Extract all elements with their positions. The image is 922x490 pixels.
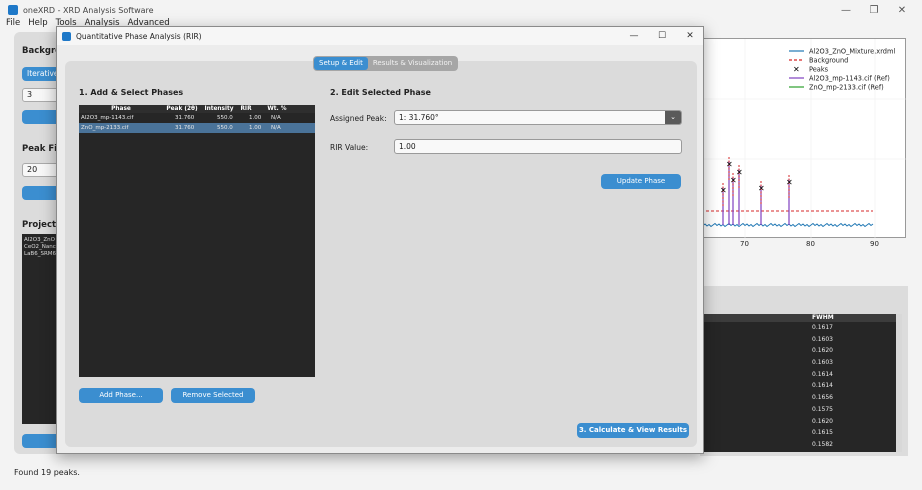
dialog-titlebar: Quantitative Phase Analysis (RIR) — [57, 27, 703, 45]
legend-entry: Al2O3_mp-1143.cif (Ref) — [789, 75, 890, 83]
rir-cell: 1.00 — [249, 115, 262, 121]
x-marker-icon: ✕ — [793, 65, 800, 74]
column-header-phase[interactable]: Phase — [79, 105, 161, 113]
dialog-close-icon[interactable]: ✕ — [677, 27, 703, 45]
intensity-cell: 550.0 — [217, 125, 233, 131]
phase-name-cell: ZnO_mp-2133.cif — [81, 125, 129, 131]
legend-label: Al2O3_mp-1143.cif (Ref) — [809, 75, 890, 83]
assigned-peak-dropdown[interactable]: 1: 31.760° ⌄ — [394, 110, 682, 125]
table-row[interactable]: 0.1614 — [704, 380, 902, 392]
column-header-intensity[interactable]: Intensity — [203, 105, 235, 113]
phase-name-cell: Al2O3_mp-1143.cif — [81, 115, 134, 121]
assigned-peak-value: 1: 31.760° — [399, 113, 439, 122]
data-trace — [701, 222, 874, 228]
close-icon[interactable]: ✕ — [888, 0, 916, 20]
peak-marker-icon: ✕ — [758, 184, 765, 193]
remove-selected-button[interactable]: Remove Selected — [171, 388, 255, 403]
table-row-selected[interactable]: ZnO_mp-2133.cif 31.760 550.0 1.00 N/A — [79, 123, 315, 133]
table-row[interactable]: 0.1603 — [704, 357, 902, 369]
main-titlebar: oneXRD - XRD Analysis Software — [0, 0, 922, 20]
x-tick-label: 70 — [740, 240, 749, 248]
window-title: oneXRD - XRD Analysis Software — [23, 5, 154, 15]
peak-marker-icon: ✕ — [720, 186, 727, 195]
legend-entry: ZnO_mp-2133.cif (Ref) — [789, 84, 884, 92]
table-row[interactable]: 0.1620 — [704, 345, 902, 357]
peak-results-panel: FWHM 0.1617 0.1603 0.1620 0.1603 0.1614 0.161… — [700, 286, 908, 456]
rir-value-label: RIR Value: — [330, 143, 369, 152]
column-header-wt[interactable]: Wt. % — [257, 105, 297, 113]
status-bar: Found 19 peaks. — [14, 468, 80, 477]
list-item[interactable]: Al2O3_ZnO — [24, 237, 60, 244]
table-row[interactable]: Al2O3_mp-1143.cif 31.760 550.0 1.00 N/A — [79, 113, 315, 123]
table-row[interactable]: 0.1620 — [704, 416, 902, 428]
minimize-icon[interactable]: — — [832, 0, 860, 20]
peak-cell: 31.760 — [175, 125, 195, 131]
calculate-results-button[interactable]: 3. Calculate & View Results — [577, 423, 689, 438]
table-row[interactable]: 0.1603 — [704, 334, 902, 346]
table-row[interactable]: 0.1614 — [704, 369, 902, 381]
dialog-tabbar: Setup & Edit Results & Visualization — [313, 56, 459, 71]
menu-help[interactable]: Help — [28, 18, 47, 30]
table-row[interactable]: 0.1617 — [704, 322, 902, 334]
restore-icon[interactable]: ❐ — [860, 0, 888, 20]
dialog-title: Quantitative Phase Analysis (RIR) — [76, 31, 202, 41]
xrd-plot[interactable]: Al2O3_ZnO_Mixture.xrdml Background ✕ Peaks A… — [700, 38, 907, 239]
menu-file[interactable]: File — [6, 18, 20, 30]
peak-table[interactable]: FWHM 0.1617 0.1603 0.1620 0.1603 0.1614 0.161… — [704, 314, 902, 452]
plot-canvas: Al2O3_ZnO_Mixture.xrdmlBackground ✕ PeaksA… — [701, 39, 907, 239]
table-row[interactable]: 0.1656 — [704, 392, 902, 404]
wt-cell: N/A — [271, 115, 281, 121]
phase-table-header: Phase Peak (2θ) Intensity RIR Wt. % — [79, 105, 315, 113]
peak-cell: 31.760 — [175, 115, 195, 121]
legend-label: Background — [809, 57, 848, 65]
add-phase-button[interactable]: Add Phase... — [79, 388, 163, 403]
app-logo-icon — [8, 5, 18, 15]
column-header-peak[interactable]: Peak (2θ) — [161, 105, 203, 113]
plot-legend: Al2O3_ZnO_Mixture.xrdmlBackground ✕ PeaksA… — [789, 48, 895, 92]
legend-entry: Background — [789, 57, 848, 65]
legend-label: Peaks — [809, 66, 829, 74]
phase-table[interactable]: Phase Peak (2θ) Intensity RIR Wt. % Al2O… — [79, 105, 315, 377]
peak-table-body: 0.1617 0.1603 0.1620 0.1603 0.1614 0.1614 0.16… — [704, 322, 902, 451]
peak-table-scrollbar[interactable] — [896, 314, 902, 452]
assigned-peak-label: Assigned Peak: — [330, 114, 387, 123]
peak-marker-icon: ✕ — [726, 160, 733, 169]
chevron-down-icon[interactable]: ⌄ — [665, 111, 681, 124]
intensity-cell: 550.0 — [217, 115, 233, 121]
app-logo-icon — [62, 31, 71, 41]
legend-entry: ✕ Peaks — [793, 65, 829, 74]
list-item[interactable]: LaB6_SRM6 — [24, 251, 60, 258]
table-row[interactable]: 0.1582 — [704, 439, 902, 451]
peak-marker-icon: ✕ — [786, 178, 793, 187]
add-select-phases-title: 1. Add & Select Phases — [79, 88, 184, 97]
peak-marker-icon: ✕ — [736, 168, 743, 177]
legend-entry: Al2O3_ZnO_Mixture.xrdml — [789, 48, 895, 56]
x-tick-label: 90 — [870, 240, 879, 248]
peak-marker-icon: ✕ — [730, 176, 737, 185]
x-axis-ticks: 70 80 90 — [700, 240, 906, 252]
table-row[interactable]: 0.1575 — [704, 404, 902, 416]
rir-cell: 1.00 — [249, 125, 262, 131]
x-tick-label: 80 — [806, 240, 815, 248]
legend-label: Al2O3_ZnO_Mixture.xrdml — [809, 48, 895, 56]
dialog-maximize-icon[interactable]: ☐ — [649, 27, 675, 45]
column-header-rir[interactable]: RIR — [235, 105, 257, 113]
wt-cell: N/A — [271, 125, 281, 131]
update-phase-button[interactable]: Update Phase — [601, 174, 681, 189]
qpa-dialog: Quantitative Phase Analysis (RIR) — ☐ ✕ … — [56, 26, 704, 454]
edit-selected-phase-title: 2. Edit Selected Phase — [330, 88, 431, 97]
tab-results-visualization[interactable]: Results & Visualization — [368, 57, 457, 70]
table-row[interactable]: 0.1615 — [704, 427, 902, 439]
dialog-minimize-icon[interactable]: — — [621, 27, 647, 45]
rir-value-input[interactable]: 1.00 — [394, 139, 682, 154]
list-item[interactable]: CeO2_Nanc — [24, 244, 60, 251]
legend-label: ZnO_mp-2133.cif (Ref) — [809, 84, 884, 92]
fwhm-column-header[interactable]: FWHM — [704, 314, 902, 322]
tab-setup-edit[interactable]: Setup & Edit — [314, 57, 368, 70]
plot-traces: ✕✕✕✕✕✕ — [701, 157, 874, 228]
